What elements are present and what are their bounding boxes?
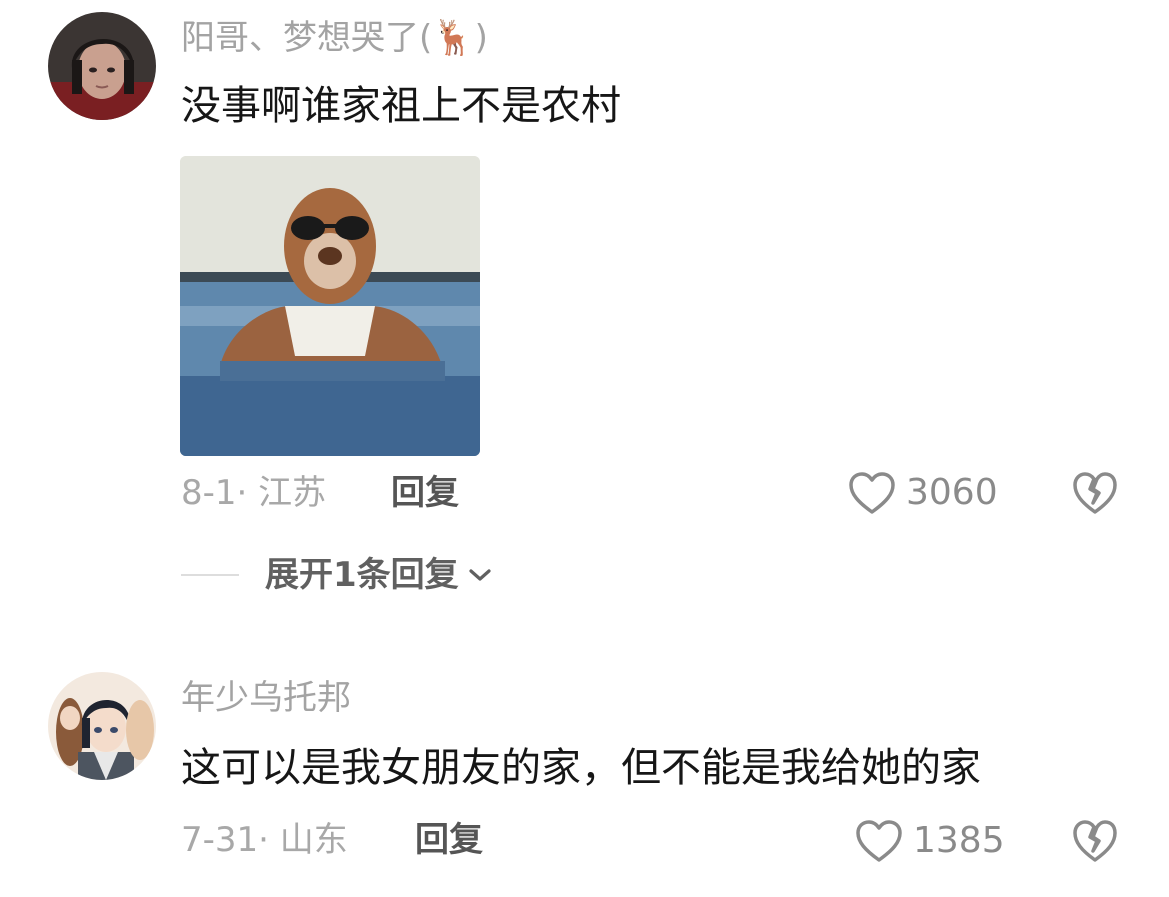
comment-image[interactable] — [180, 156, 480, 456]
heart-outline-icon — [849, 472, 895, 514]
broken-heart-icon — [1073, 820, 1117, 862]
divider — [181, 574, 239, 576]
comment-text: 这可以是我女朋友的家，但不能是我给她的家 — [181, 745, 981, 791]
avatar[interactable] — [48, 12, 156, 120]
chevron-down-icon — [469, 569, 491, 581]
like-button[interactable]: 1385 — [855, 816, 1005, 866]
username[interactable]: 阳哥、梦想哭了(🦌) — [181, 18, 488, 58]
like-count: 3060 — [906, 472, 998, 513]
comment-text: 没事啊谁家祖上不是农村 — [181, 83, 621, 129]
username[interactable]: 年少乌托邦 — [181, 678, 351, 718]
reply-button[interactable]: 回复 — [391, 473, 459, 513]
bear-meme-image — [180, 156, 480, 456]
reply-button[interactable]: 回复 — [415, 820, 483, 860]
like-button[interactable]: 3060 — [848, 468, 998, 518]
broken-heart-icon — [1073, 472, 1117, 514]
comment-date-location: 8-1· 江苏 — [181, 473, 327, 513]
dislike-button[interactable] — [1072, 471, 1118, 515]
comment-date-location: 7-31· 山东 — [181, 820, 348, 860]
expand-replies-label: 展开1条回复 — [265, 555, 459, 595]
heart-outline-icon — [856, 820, 902, 862]
expand-replies[interactable]: 展开1条回复 — [181, 553, 493, 597]
avatar[interactable] — [48, 672, 156, 780]
like-count: 1385 — [913, 820, 1005, 861]
dislike-button[interactable] — [1072, 819, 1118, 863]
